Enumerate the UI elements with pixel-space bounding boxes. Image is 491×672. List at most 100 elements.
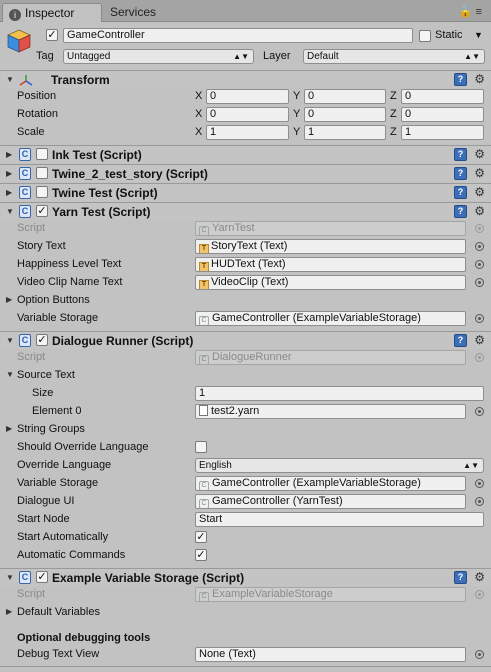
help-book-icon[interactable]: ? (454, 571, 467, 584)
fold-arrow-icon[interactable]: ▼ (6, 368, 14, 382)
scale-x-field[interactable]: 1 (206, 125, 289, 140)
component-enabled-checkbox[interactable]: ✓ (36, 334, 48, 346)
source-text-label[interactable]: Source Text (17, 368, 75, 382)
element0-field[interactable]: test2.yarn (195, 404, 466, 419)
gear-icon[interactable]: ⚙ (474, 184, 485, 200)
tab-inspector[interactable]: i Inspector (2, 3, 102, 22)
fold-arrow-icon[interactable]: ▶ (6, 422, 12, 436)
component-title: Dialogue Runner (Script) (52, 334, 194, 348)
variable-storage-value: GameController (ExampleVariableStorage) (212, 477, 421, 489)
fold-arrow-icon[interactable]: ▼ (6, 72, 14, 88)
position-x-field[interactable]: 0 (206, 89, 289, 104)
rotation-x-field[interactable]: 0 (206, 107, 289, 122)
debug-text-view-field[interactable]: None (Text) (195, 647, 466, 662)
element0-value: test2.yarn (211, 405, 260, 417)
object-picker-icon[interactable] (475, 650, 484, 659)
fold-arrow-icon[interactable]: ▶ (6, 147, 12, 163)
ink-test-header[interactable]: ▶ C Ink Test (Script) ? ⚙ (0, 145, 491, 163)
option-buttons-label[interactable]: Option Buttons (17, 293, 90, 307)
fold-arrow-icon[interactable]: ▼ (6, 204, 14, 220)
help-book-icon[interactable]: ? (454, 205, 467, 218)
fold-arrow-icon[interactable]: ▶ (6, 185, 12, 201)
override-language-dropdown[interactable]: English ▲▼ (195, 458, 484, 473)
variable-storage-field[interactable]: C GameController (ExampleVariableStorage) (195, 476, 466, 491)
gear-icon[interactable]: ⚙ (474, 203, 485, 219)
size-field[interactable]: 1 (195, 386, 484, 401)
tag-value: Untagged (67, 51, 111, 62)
component-enabled-checkbox[interactable] (36, 186, 48, 198)
gear-icon[interactable]: ⚙ (474, 569, 485, 585)
position-z-field[interactable]: 0 (401, 89, 484, 104)
yarn-test-header[interactable]: ▼ C ✓ Yarn Test (Script) ? ⚙ (0, 202, 491, 220)
story-text-field[interactable]: T StoryText (Text) (195, 239, 466, 254)
transform-title: Transform (51, 73, 110, 87)
transform-header[interactable]: ▼ Transform ? ⚙ (0, 70, 491, 88)
active-checkbox[interactable]: ✓ (46, 29, 58, 41)
object-picker-icon[interactable] (475, 497, 484, 506)
twine2-test-story-header[interactable]: ▶ C Twine_2_test_story (Script) ? ⚙ (0, 164, 491, 182)
start-node-field[interactable]: Start (195, 512, 484, 527)
fold-arrow-icon[interactable]: ▼ (6, 570, 14, 586)
fold-arrow-icon[interactable]: ▶ (6, 605, 12, 619)
gear-icon[interactable]: ⚙ (474, 71, 485, 87)
video-clip-label: Video Clip Name Text (17, 276, 123, 288)
component-enabled-checkbox[interactable]: ✓ (36, 205, 48, 217)
axis-z-label: Z (390, 108, 397, 120)
gear-icon[interactable]: ⚙ (474, 165, 485, 181)
text-component-icon: T (199, 262, 209, 271)
variable-storage-field[interactable]: C GameController (ExampleVariableStorage) (195, 311, 466, 326)
fold-arrow-icon[interactable]: ▶ (6, 166, 12, 182)
should-override-language-checkbox[interactable] (195, 441, 207, 453)
component-enabled-checkbox[interactable]: ✓ (36, 571, 48, 583)
variable-storage-value: GameController (ExampleVariableStorage) (212, 312, 421, 324)
variable-storage-label: Variable Storage (17, 312, 99, 324)
menu-icon[interactable]: ≡ (476, 6, 485, 18)
rotation-z-field[interactable]: 0 (401, 107, 484, 122)
static-label: Static (435, 29, 463, 41)
dialogue-ui-field[interactable]: C GameController (YarnTest) (195, 494, 466, 509)
help-book-icon[interactable]: ? (454, 73, 467, 86)
twine-test-header[interactable]: ▶ C Twine Test (Script) ? ⚙ (0, 183, 491, 201)
rotation-label: Rotation (17, 108, 58, 120)
object-picker-icon (475, 224, 484, 233)
object-picker-icon[interactable] (475, 260, 484, 269)
example-variable-storage-header[interactable]: ▼ C ✓ Example Variable Storage (Script) … (0, 568, 491, 586)
axis-x-label: X (195, 126, 203, 138)
help-book-icon[interactable]: ? (454, 148, 467, 161)
position-y-field[interactable]: 0 (304, 89, 386, 104)
object-picker-icon[interactable] (475, 479, 484, 488)
transform-icon (19, 75, 33, 86)
help-book-icon[interactable]: ? (454, 334, 467, 347)
static-dropdown-arrow[interactable]: ▼ (474, 28, 483, 42)
lock-icon[interactable]: 🔒 (459, 6, 476, 18)
dialogue-runner-header[interactable]: ▼ C ✓ Dialogue Runner (Script) ? ⚙ (0, 331, 491, 349)
rotation-y-field[interactable]: 0 (304, 107, 386, 122)
object-picker-icon[interactable] (475, 314, 484, 323)
gear-icon[interactable]: ⚙ (474, 332, 485, 348)
scale-y-field[interactable]: 1 (304, 125, 386, 140)
component-enabled-checkbox[interactable] (36, 148, 48, 160)
tag-dropdown[interactable]: Untagged ▲▼ (63, 49, 254, 64)
scale-z-field[interactable]: 1 (401, 125, 484, 140)
text-component-icon: T (199, 280, 209, 289)
object-picker-icon[interactable] (475, 242, 484, 251)
default-variables-label[interactable]: Default Variables (17, 605, 100, 619)
object-picker-icon[interactable] (475, 278, 484, 287)
start-automatically-checkbox[interactable]: ✓ (195, 531, 207, 543)
video-clip-field[interactable]: T VideoClip (Text) (195, 275, 466, 290)
help-book-icon[interactable]: ? (454, 167, 467, 180)
automatic-commands-checkbox[interactable]: ✓ (195, 549, 207, 561)
help-book-icon[interactable]: ? (454, 186, 467, 199)
fold-arrow-icon[interactable]: ▶ (6, 293, 12, 307)
variable-storage-label: Variable Storage (17, 477, 99, 489)
object-name-field[interactable]: GameController (63, 28, 413, 43)
fold-arrow-icon[interactable]: ▼ (6, 333, 14, 349)
object-picker-icon[interactable] (475, 407, 484, 416)
static-checkbox[interactable] (419, 30, 431, 42)
gear-icon[interactable]: ⚙ (474, 146, 485, 162)
string-groups-label[interactable]: String Groups (17, 422, 85, 436)
tab-services[interactable]: Services (104, 3, 184, 22)
layer-dropdown[interactable]: Default ▲▼ (303, 49, 485, 64)
component-enabled-checkbox[interactable] (36, 167, 48, 179)
happiness-field[interactable]: T HUDText (Text) (195, 257, 466, 272)
